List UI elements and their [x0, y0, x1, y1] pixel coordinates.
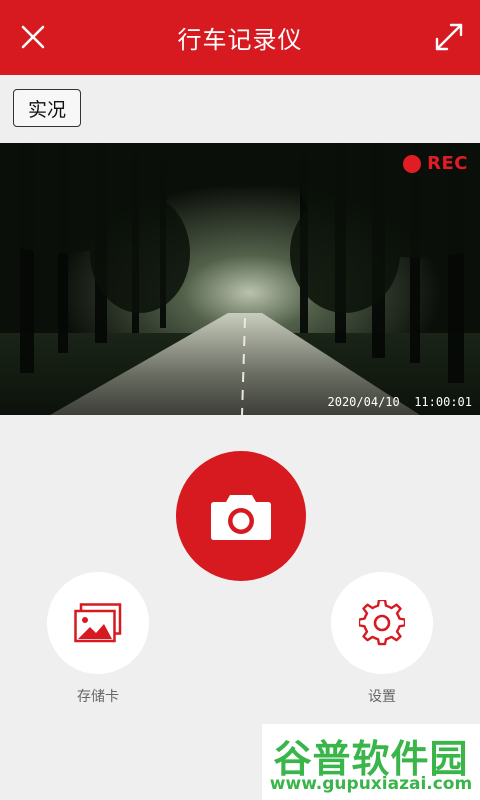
sd-card-button[interactable]	[47, 572, 149, 674]
recording-indicator: REC	[403, 153, 468, 174]
live-mode-button[interactable]: 实况	[13, 89, 81, 127]
sd-card-label: 存储卡	[77, 689, 119, 705]
expand-icon	[435, 23, 463, 51]
capture-photo-button[interactable]	[176, 451, 306, 581]
record-dot-icon	[403, 154, 422, 173]
watermark-url: www.gupuxiazai.com	[269, 774, 473, 794]
site-watermark: 谷普软件园 www.gupuxiazai.com	[262, 724, 480, 800]
camera-icon	[211, 495, 271, 540]
settings-button[interactable]	[331, 572, 433, 674]
settings-label: 设置	[368, 689, 396, 705]
top-bar: 行车记录仪	[0, 0, 480, 75]
page-title: 行车记录仪	[177, 26, 303, 54]
fullscreen-button[interactable]	[432, 20, 466, 54]
rec-label: REC	[427, 153, 468, 174]
forest-road-image	[0, 143, 480, 415]
live-video-preview[interactable]: REC 2020/04/10 11:00:01	[0, 143, 480, 415]
gear-icon	[359, 600, 405, 646]
video-timestamp: 2020/04/10 11:00:01	[327, 395, 473, 409]
gallery-icon	[74, 603, 122, 643]
